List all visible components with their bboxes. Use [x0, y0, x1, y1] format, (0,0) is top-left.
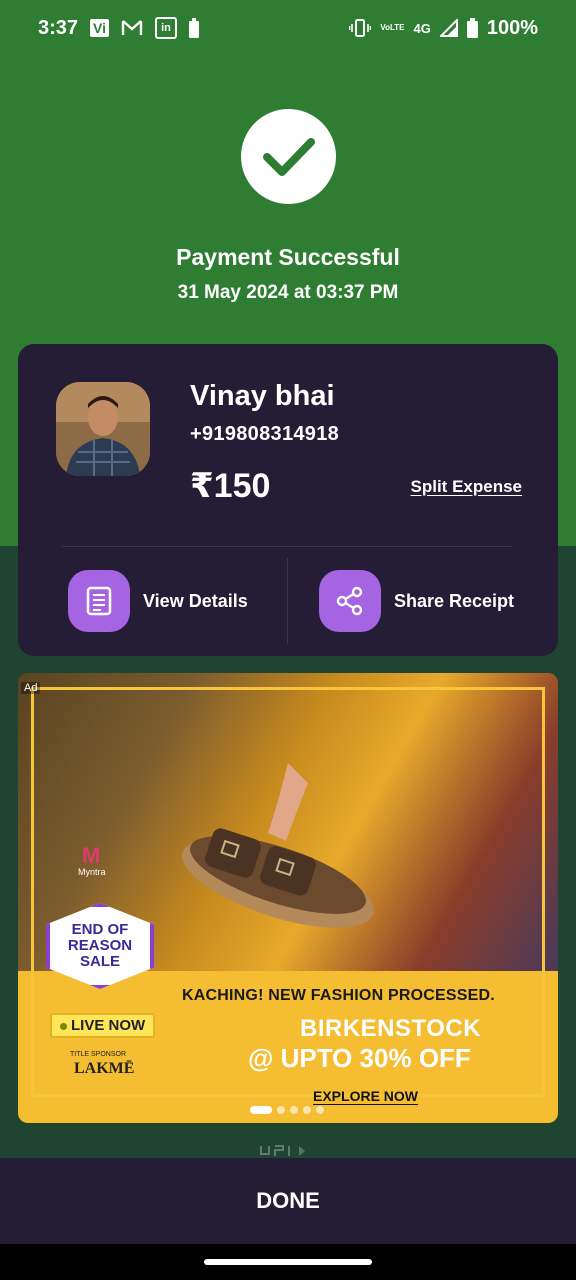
- live-dot-icon: [60, 1022, 67, 1030]
- network-type: 4G: [413, 20, 431, 36]
- gmail-icon: [121, 19, 143, 37]
- carousel-dots: [250, 1106, 324, 1114]
- split-expense-link[interactable]: Split Expense: [411, 477, 522, 497]
- payment-status-title: Payment Successful: [176, 244, 400, 270]
- view-details-label: View Details: [143, 590, 248, 611]
- share-receipt-label: Share Receipt: [394, 590, 515, 611]
- payee-card: Vinay bhai +919808314918 ₹150 Split Expe…: [18, 344, 558, 656]
- ad-offer: @ UPTO 30% OFF: [248, 1043, 471, 1073]
- sponsor-label: TITLE SPONSOR: [70, 1051, 127, 1058]
- payment-amount: ₹150: [190, 467, 271, 505]
- clock: 3:37: [38, 16, 79, 39]
- sale-badge-text: END OF REASON SALE: [67, 921, 133, 970]
- sponsor-name: LAKMĒ: [74, 1060, 135, 1077]
- success-check-icon: [241, 109, 336, 204]
- volte-line2: LTE: [389, 23, 405, 32]
- document-icon: [68, 570, 130, 632]
- status-right: Vo LTE 4G 100%: [349, 17, 538, 40]
- volte-indicator: Vo LTE: [380, 24, 404, 32]
- payee-name: Vinay bhai: [190, 380, 335, 412]
- carousel-dot[interactable]: [303, 1106, 311, 1114]
- done-button[interactable]: DONE: [0, 1158, 576, 1244]
- card-divider: [62, 546, 512, 547]
- done-label: DONE: [256, 1188, 320, 1213]
- carousel-dot[interactable]: [250, 1106, 272, 1114]
- payee-phone: +919808314918: [190, 423, 340, 445]
- carousel-dot[interactable]: [316, 1106, 324, 1114]
- carousel-dot[interactable]: [290, 1106, 298, 1114]
- payment-datetime: 31 May 2024 at 03:37 PM: [177, 282, 399, 303]
- battery-saver-icon: [189, 18, 200, 38]
- ad-headline: KACHING! NEW FASHION PROCESSED.: [182, 987, 495, 1004]
- carousel-dot[interactable]: [277, 1106, 285, 1114]
- view-details-button[interactable]: View Details: [68, 570, 248, 632]
- volte-line1: Vo: [380, 23, 390, 32]
- share-receipt-button[interactable]: Share Receipt: [319, 570, 514, 632]
- live-now-label: LIVE NOW: [71, 1017, 146, 1034]
- status-left: 3:37 Vi in: [38, 16, 200, 40]
- battery-percent: 100%: [486, 16, 538, 39]
- home-gesture-handle[interactable]: [204, 1259, 372, 1265]
- battery-icon: [466, 18, 478, 38]
- sandal-image: [182, 763, 374, 928]
- powered-by-upi-logo: [255, 1144, 325, 1158]
- actions-divider: [287, 558, 288, 644]
- live-now-badge: LIVE NOW: [50, 1013, 156, 1038]
- avatar[interactable]: [56, 382, 150, 476]
- linkedin-icon: in: [155, 17, 178, 39]
- share-icon: [319, 570, 381, 632]
- myntra-wordmark: Myntra: [78, 867, 106, 877]
- explore-now-link[interactable]: EXPLORE NOW: [313, 1088, 418, 1104]
- signal-icon: [439, 19, 458, 37]
- carrier-badge: Vi: [90, 19, 110, 37]
- system-nav-bar: [0, 1244, 576, 1280]
- status-bar: 3:37 Vi in Vo LTE 4G 100%: [0, 0, 576, 56]
- ad-banner[interactable]: Ad M Myntra END OF REASON SALE LIVE NOW …: [18, 673, 558, 1123]
- ad-label: Ad: [21, 682, 41, 694]
- ad-brand: BIRKENSTOCK: [300, 1015, 482, 1042]
- vibrate-icon: [349, 19, 372, 37]
- myntra-logo: M: [82, 843, 101, 868]
